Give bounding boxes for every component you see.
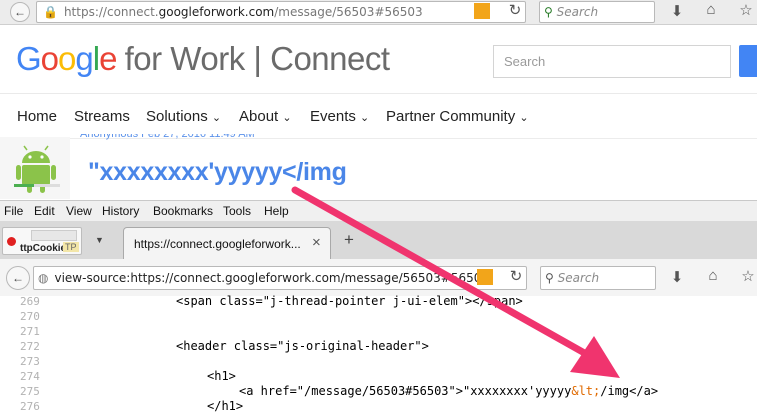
chevron-down-icon: ⌄	[360, 112, 370, 124]
code-line: <header class="js-original-header">	[176, 339, 429, 353]
message-title[interactable]: "xxxxxxxx'yyyyy</img	[88, 158, 347, 187]
dropdown-arrow-icon[interactable]: ▼	[95, 235, 104, 245]
line-number: 274	[20, 370, 40, 383]
search-box-source[interactable]: ⚲ Search	[540, 266, 656, 290]
nav-streams[interactable]: Streams	[74, 108, 130, 125]
nav-partner-community[interactable]: Partner Community ⌄	[386, 108, 529, 125]
ttpcookie-addon[interactable]: ttpCookie TP	[2, 227, 82, 255]
search-box-top[interactable]: ⚲ Search	[539, 1, 655, 23]
site-search-button[interactable]	[739, 45, 757, 77]
download-icon[interactable]: ⬇	[668, 268, 686, 286]
line-number: 269	[20, 295, 40, 308]
close-tab-icon[interactable]: ×	[312, 234, 321, 251]
line-number: 271	[20, 325, 40, 338]
android-avatar-icon[interactable]	[0, 137, 70, 199]
menu-tools[interactable]: Tools	[223, 204, 251, 218]
search-icon: ⚲	[544, 5, 553, 19]
lock-icon: 🔒	[43, 5, 58, 19]
nav-events[interactable]: Events ⌄	[310, 108, 369, 125]
line-number: 272	[20, 340, 40, 353]
site-logo[interactable]: Google for Work | Connect	[16, 40, 390, 78]
bookmark-star-icon[interactable]: ☆	[739, 267, 757, 285]
nav-home[interactable]: Home	[17, 108, 57, 125]
back-arrow-icon[interactable]: ←	[10, 2, 30, 22]
code-line: <h1>	[207, 369, 236, 383]
home-icon[interactable]: ⌂	[702, 1, 720, 18]
author-avatar-panel	[0, 137, 70, 199]
tab-strip: ttpCookie TP ▼	[0, 221, 757, 259]
code-line: </h1>	[207, 399, 244, 413]
menu-file[interactable]: File	[4, 204, 23, 218]
nav-about[interactable]: About ⌄	[239, 108, 292, 125]
line-number: 275	[20, 385, 40, 398]
code-line-link: <a href="/message/56503#56503">"xxxxxxxx…	[239, 384, 659, 398]
search-icon: ⚲	[545, 271, 554, 285]
addon-mini-buttons	[31, 230, 77, 241]
chevron-down-icon: ⌄	[519, 112, 529, 124]
reload-icon[interactable]: ↻	[506, 1, 524, 19]
download-icon[interactable]: ⬇	[668, 2, 686, 20]
top-browser-toolbar: ← 🔒 https://connect.googleforwork.com/mes…	[0, 0, 757, 25]
menu-bookmarks[interactable]: Bookmarks	[153, 204, 213, 218]
source-toolbar: ← ◍ view-source:https://connect.googlefor…	[0, 259, 757, 297]
tab-view-source[interactable]: https://connect.googleforwork... ×	[123, 227, 331, 260]
line-number: 276	[20, 400, 40, 413]
address-bar-top[interactable]: 🔒 https://connect.googleforwork.com/messa…	[36, 1, 526, 23]
addon-icon[interactable]	[477, 269, 493, 285]
site-search-input[interactable]: Search	[493, 45, 731, 78]
addon-icon[interactable]	[474, 3, 490, 19]
code-line: <span class="j-thread-pointer j-ui-elem"…	[176, 294, 523, 308]
new-tab-button[interactable]: +	[344, 230, 354, 250]
line-number: 270	[20, 310, 40, 323]
record-icon	[7, 237, 16, 246]
source-code-view[interactable]: 269 270 271 272 273 274 275 276 <span cl…	[0, 294, 757, 420]
back-arrow-icon[interactable]: ←	[6, 266, 30, 290]
reload-icon[interactable]: ↻	[507, 267, 525, 285]
chevron-down-icon: ⌄	[282, 112, 292, 124]
chevron-down-icon: ⌄	[211, 112, 222, 124]
line-number: 273	[20, 355, 40, 368]
site-navbar: Home Streams Solutions ⌄ About ⌄ Events …	[0, 93, 757, 139]
nav-solutions[interactable]: Solutions ⌄	[146, 108, 221, 125]
address-bar-source[interactable]: ◍ view-source:https://connect.googleforwo…	[33, 266, 527, 290]
menu-help[interactable]: Help	[264, 204, 289, 218]
bookmark-star-icon[interactable]: ☆	[737, 1, 755, 19]
menu-bar: File Edit View History Bookmarks Tools H…	[0, 200, 757, 222]
home-icon[interactable]: ⌂	[704, 267, 722, 284]
logo-google: Google	[16, 40, 117, 77]
menu-view[interactable]: View	[66, 204, 92, 218]
logo-text: for Work | Connect	[124, 40, 390, 77]
globe-icon: ◍	[38, 271, 49, 285]
menu-edit[interactable]: Edit	[34, 204, 55, 218]
menu-history[interactable]: History	[102, 204, 139, 218]
